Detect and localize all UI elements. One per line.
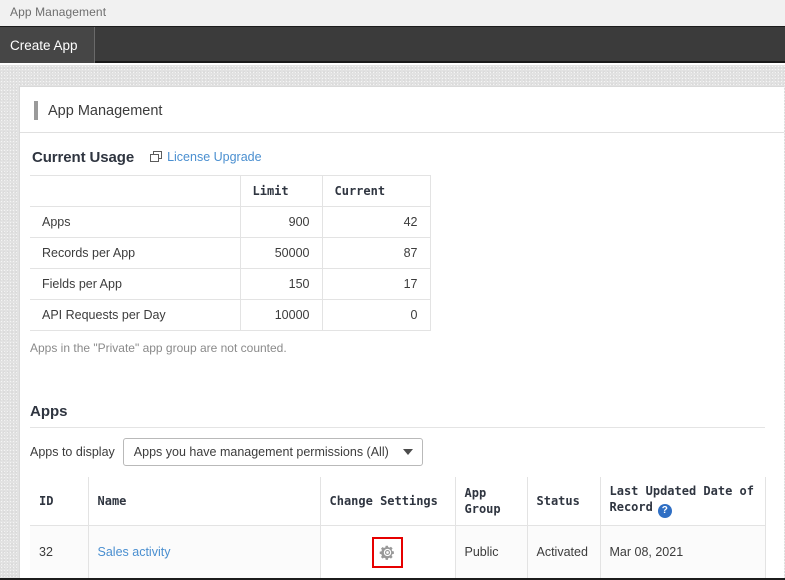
usage-row-label: API Requests per Day bbox=[30, 299, 241, 331]
usage-row-limit: 900 bbox=[239, 206, 323, 238]
create-app-button[interactable]: Create App bbox=[0, 27, 95, 63]
apps-table: ID Name Change Settings App Group Status… bbox=[30, 477, 766, 580]
current-usage-title: Current Usage bbox=[32, 148, 135, 166]
table-row: 32 Sales activity Public Activated Mar 0… bbox=[30, 524, 766, 580]
usage-col-current: Current bbox=[321, 175, 431, 207]
apps-section-title: Apps bbox=[30, 403, 68, 420]
change-settings-highlight[interactable] bbox=[372, 536, 403, 568]
usage-row-label: Records per App bbox=[30, 237, 241, 269]
usage-row-limit: 50000 bbox=[239, 237, 323, 269]
usage-row-label: Apps bbox=[30, 206, 241, 238]
usage-row-current: 0 bbox=[321, 299, 431, 331]
license-upgrade-link[interactable]: License Upgrade bbox=[150, 150, 262, 164]
apps-filter-label: Apps to display bbox=[30, 445, 115, 459]
usage-row-current: 87 bbox=[321, 237, 431, 269]
apps-col-status: Status bbox=[526, 477, 601, 526]
apps-filter-row: Apps to display Apps you have management… bbox=[30, 438, 423, 466]
license-upgrade-label: License Upgrade bbox=[167, 150, 262, 164]
apps-col-id: ID bbox=[30, 477, 89, 526]
table-row: Records per App 50000 87 bbox=[30, 237, 431, 269]
usage-row-label: Fields per App bbox=[30, 268, 241, 300]
heading-divider bbox=[20, 132, 784, 133]
app-group-cell: Public bbox=[454, 524, 528, 580]
page-title: App Management bbox=[34, 101, 162, 120]
usage-header-row: Limit Current bbox=[30, 175, 431, 207]
apps-header-row: ID Name Change Settings App Group Status… bbox=[30, 477, 766, 526]
page-title-text: App Management bbox=[48, 102, 163, 119]
usage-col-blank bbox=[30, 175, 241, 207]
table-row: API Requests per Day 10000 0 bbox=[30, 299, 431, 331]
last-updated-line2: Record bbox=[609, 500, 653, 515]
gear-icon bbox=[379, 545, 394, 560]
apps-filter-value: Apps you have management permissions (Al… bbox=[133, 445, 389, 459]
app-management-page: App Management Create App App Management… bbox=[0, 0, 785, 580]
apps-section-divider bbox=[30, 427, 765, 428]
apps-col-last-updated: Last Updated Date of Record? bbox=[599, 477, 766, 526]
current-usage-header: Current Usage License Upgrade bbox=[32, 147, 262, 167]
help-icon[interactable]: ? bbox=[657, 504, 672, 519]
current-usage-table: Limit Current Apps 900 42 Records per Ap… bbox=[30, 175, 431, 331]
app-name-cell: Sales activity bbox=[87, 524, 321, 580]
usage-row-limit: 150 bbox=[239, 268, 323, 300]
app-last-updated-cell: Mar 08, 2021 bbox=[599, 524, 766, 580]
apps-col-change-settings: Change Settings bbox=[319, 477, 456, 526]
top-toolbar: Create App bbox=[0, 27, 785, 63]
usage-row-current: 17 bbox=[321, 268, 431, 300]
external-window-icon bbox=[150, 151, 163, 163]
usage-footnote: Apps in the "Private" app group are not … bbox=[30, 341, 287, 355]
app-name-link[interactable]: Sales activity bbox=[98, 545, 171, 559]
heading-accent-bar bbox=[34, 101, 38, 120]
usage-col-limit: Limit bbox=[239, 175, 323, 207]
last-updated-line1: Last Updated Date of bbox=[609, 484, 755, 499]
breadcrumb-title: App Management bbox=[10, 5, 107, 19]
chevron-down-icon bbox=[402, 449, 413, 455]
table-row: Fields per App 150 17 bbox=[30, 268, 431, 300]
apps-to-display-select[interactable]: Apps you have management permissions (Al… bbox=[122, 438, 423, 466]
app-change-settings-cell bbox=[319, 524, 456, 580]
window-title-bar: App Management bbox=[0, 0, 785, 27]
app-status-cell: Activated bbox=[526, 524, 601, 580]
app-id-cell: 32 bbox=[30, 524, 89, 580]
usage-row-limit: 10000 bbox=[239, 299, 323, 331]
apps-col-name: Name bbox=[87, 477, 321, 526]
apps-col-app-group: App Group bbox=[454, 477, 528, 526]
table-row: Apps 900 42 bbox=[30, 206, 431, 238]
usage-row-current: 42 bbox=[321, 206, 431, 238]
